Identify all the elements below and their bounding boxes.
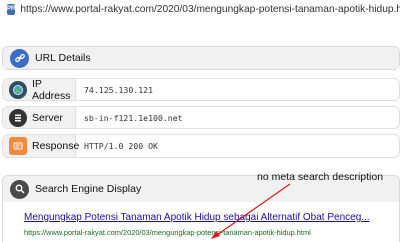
site-favicon-icon: PR xyxy=(7,3,16,15)
response-value: HTTP/1.0 200 OK xyxy=(84,141,158,151)
response-label: Response xyxy=(32,140,80,152)
search-engine-icon xyxy=(10,179,29,199)
globe-icon xyxy=(9,80,27,99)
search-engine-display-title: Search Engine Display xyxy=(35,183,142,195)
server-label: Server xyxy=(32,111,63,124)
server-icon xyxy=(9,108,27,127)
server-row: Server sb-in-f121.1e100.net xyxy=(2,106,400,129)
ip-address-row: IP Address 74.125.130.121 xyxy=(2,78,400,101)
url-details-panel: URL Details xyxy=(2,46,400,70)
ip-address-value: 74.125.130.121 xyxy=(84,84,154,95)
server-value: sb-in-f121.1e100.net xyxy=(84,112,183,123)
page-url: https://www.portal-rakyat.com/2020/03/me… xyxy=(20,3,400,15)
ip-address-label: IP Address xyxy=(32,78,71,101)
address-bar[interactable]: PR https://www.portal-rakyat.com/2020/03… xyxy=(0,0,400,18)
annotation-text: no meta search description xyxy=(257,171,384,183)
search-result-url: https://www.portal-rakyat.com/2020/03/me… xyxy=(24,228,311,237)
search-result-title-link[interactable]: Mengungkap Potensi Tanaman Apotik Hidup … xyxy=(24,212,370,223)
url-details-title: URL Details xyxy=(35,52,91,64)
response-icon xyxy=(9,137,27,155)
response-row: Response HTTP/1.0 200 OK xyxy=(2,134,400,158)
link-icon xyxy=(10,48,29,68)
